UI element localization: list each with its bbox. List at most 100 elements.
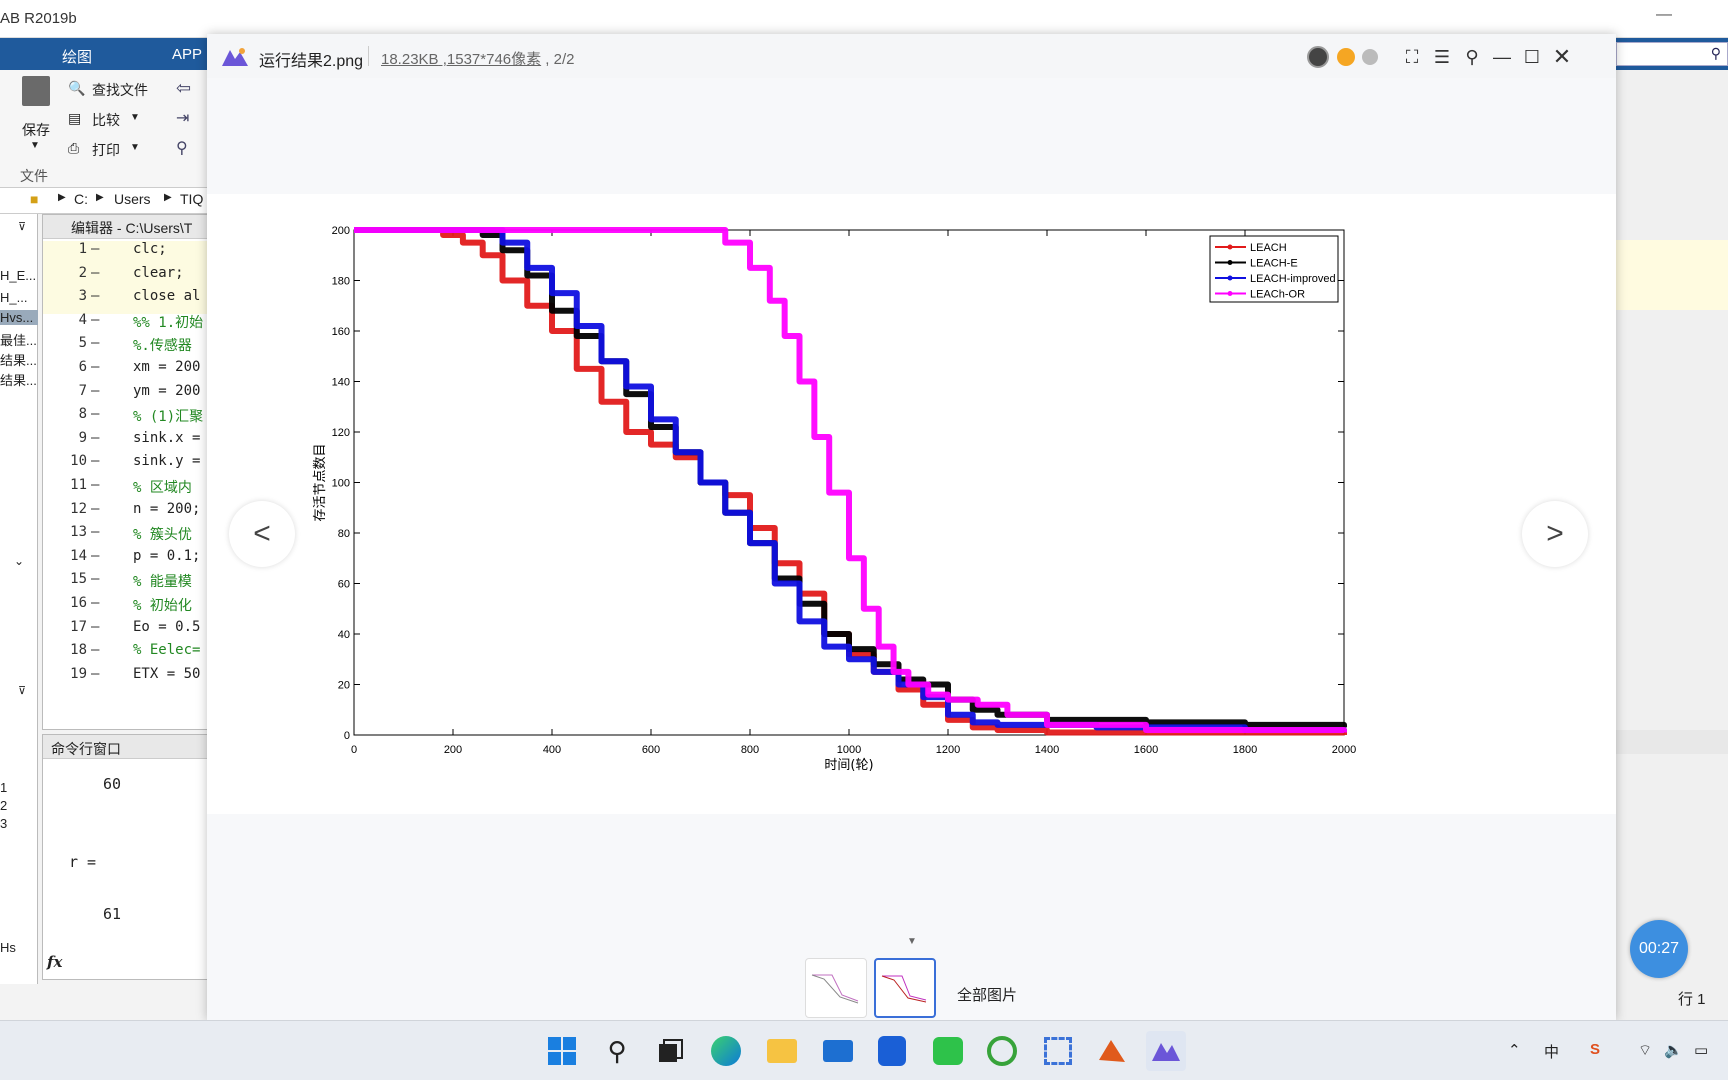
browser-icon[interactable] (872, 1031, 912, 1071)
tab-apps[interactable]: APP (172, 46, 202, 63)
code-line[interactable]: 14— p = 0.1; (43, 548, 211, 574)
breakpoint-marker[interactable]: — (91, 288, 99, 304)
coin-badge-icon[interactable] (1357, 44, 1383, 70)
image-dimensions[interactable]: 1537*746像素 (447, 51, 541, 68)
breakpoint-marker[interactable]: — (91, 571, 99, 587)
panel-menu-icon[interactable]: ⊽ (18, 684, 26, 697)
thumbnail-image-1[interactable] (805, 958, 867, 1018)
file-item[interactable]: H_E... (0, 268, 36, 283)
path-segment[interactable]: C: (74, 191, 88, 207)
menu-icon[interactable]: ☰ (1429, 44, 1455, 70)
task-view-icon[interactable] (650, 1031, 690, 1071)
snipping-tool-icon[interactable] (1038, 1031, 1078, 1071)
code-line[interactable]: 3— close al (43, 288, 211, 315)
breakpoint-marker[interactable]: — (91, 501, 99, 517)
path-segment[interactable]: Users (114, 191, 151, 207)
file-size[interactable]: 18.23KB (381, 51, 439, 68)
start-icon[interactable] (542, 1031, 582, 1071)
sogou-icon[interactable]: S (1590, 1041, 1600, 1058)
compare-button[interactable]: 比较 (92, 110, 120, 130)
back-arrow-icon[interactable]: ⇦ (176, 78, 191, 99)
find-icon[interactable]: ⚲ (176, 138, 188, 158)
chevron-down-icon[interactable]: ▼ (30, 140, 40, 151)
fx-icon[interactable]: fx (47, 953, 62, 971)
code-line[interactable]: 18— % Eelec= (43, 642, 211, 668)
file-item[interactable]: 结果... (0, 370, 37, 389)
code-line[interactable]: 19— ETX = 50 (43, 666, 211, 692)
breakpoint-marker[interactable]: — (91, 241, 99, 257)
breakpoint-marker[interactable]: — (91, 666, 99, 682)
chevron-down-icon[interactable]: ⌄ (14, 554, 24, 568)
breakpoint-marker[interactable]: — (91, 642, 99, 658)
input-method-icon[interactable]: 中 (1544, 1041, 1559, 1062)
panel-menu-icon[interactable]: ⊽ (18, 220, 26, 233)
image-canvas[interactable]: 0 200 400 600 800 1000 1200 1400 1600 1800 2000 0 20… (207, 194, 1616, 814)
breakpoint-marker[interactable]: — (91, 619, 99, 635)
file-explorer-icon[interactable] (762, 1031, 802, 1071)
breakpoint-marker[interactable]: — (91, 524, 99, 540)
breakpoint-marker[interactable]: — (91, 406, 99, 422)
search-icon[interactable]: ⚲ (597, 1031, 637, 1071)
close-icon[interactable]: ✕ (1549, 44, 1575, 70)
path-segment[interactable]: TIQ (180, 191, 203, 207)
previous-image-button[interactable]: < (229, 501, 295, 567)
code-line[interactable]: 13— % 簇头优 (43, 524, 211, 550)
chevron-down-icon[interactable]: ▼ (130, 142, 140, 153)
next-image-button[interactable]: > (1522, 501, 1588, 567)
find-files-button[interactable]: 查找文件 (92, 80, 148, 100)
code-line[interactable]: 8— % (1)汇聚 (43, 406, 211, 432)
breakpoint-marker[interactable]: — (91, 548, 99, 564)
breakpoint-marker[interactable]: — (91, 265, 99, 281)
goto-icon[interactable]: ⇥ (176, 108, 189, 128)
tab-plots[interactable]: 绘图 (62, 46, 92, 67)
avatar[interactable] (1305, 44, 1331, 70)
volume-muted-icon[interactable]: 🔈 (1664, 1041, 1683, 1059)
breakpoint-marker[interactable]: — (91, 477, 99, 493)
file-item[interactable]: 最佳... (0, 330, 37, 349)
thumbnail-toggle-icon[interactable]: ▼ (907, 936, 917, 947)
save-icon[interactable] (22, 76, 50, 106)
maximize-icon[interactable]: ☐ (1519, 44, 1545, 70)
code-line[interactable]: 9— sink.x = (43, 430, 211, 456)
minimize-icon[interactable]: — (1656, 6, 1672, 24)
code-line[interactable]: 1— clc; (43, 241, 211, 267)
code-line[interactable]: 7— ym = 200 (43, 383, 211, 409)
breakpoint-marker[interactable]: — (91, 335, 99, 351)
matlab-search-input[interactable]: ⚲ (1616, 42, 1728, 66)
code-line[interactable]: 15— % 能量模 (43, 571, 211, 597)
breakpoint-marker[interactable]: — (91, 453, 99, 469)
code-line[interactable]: 5— %.传感器 (43, 335, 211, 361)
chevron-up-icon[interactable]: ⌃ (1508, 1041, 1521, 1059)
breakpoint-marker[interactable]: — (91, 430, 99, 446)
breakpoint-marker[interactable]: — (91, 359, 99, 375)
command-window[interactable]: 命令行窗口 60 r = 61 fx (42, 734, 210, 980)
code-line[interactable]: 12— n = 200; (43, 501, 211, 527)
all-images-button[interactable]: 全部图片 (957, 984, 1017, 1005)
chevron-down-icon[interactable]: ▼ (130, 112, 140, 123)
timer-badge[interactable]: 00:27 (1630, 920, 1688, 978)
matlab-icon[interactable] (1092, 1031, 1132, 1071)
vip-badge-icon[interactable] (1333, 44, 1359, 70)
save-button[interactable]: 保存 (22, 120, 50, 140)
battery-icon[interactable]: ▭ (1694, 1041, 1708, 1059)
thumbnail-image-2[interactable] (874, 958, 936, 1018)
file-item-selected[interactable]: Hvs... (0, 310, 38, 325)
file-item[interactable]: 结果... (0, 350, 37, 369)
code-line[interactable]: 4— %% 1.初始 (43, 312, 211, 338)
breakpoint-marker[interactable]: — (91, 595, 99, 611)
image-viewer-taskbar-icon[interactable] (1146, 1031, 1186, 1071)
code-line[interactable]: 17— Eo = 0.5 (43, 619, 211, 645)
fullscreen-icon[interactable]: ⛶ (1399, 44, 1425, 70)
mail-icon[interactable] (818, 1031, 858, 1071)
file-item[interactable]: H_... (0, 290, 27, 305)
breakpoint-marker[interactable]: — (91, 383, 99, 399)
code-line[interactable]: 16— % 初始化 (43, 595, 211, 621)
code-line[interactable]: 6— xm = 200 (43, 359, 211, 385)
wechat-icon[interactable] (928, 1031, 968, 1071)
code-line[interactable]: 11— % 区域内 (43, 477, 211, 503)
edge-browser-icon[interactable] (706, 1031, 746, 1071)
minimize-icon[interactable]: — (1489, 44, 1515, 70)
breakpoint-marker[interactable]: — (91, 312, 99, 328)
code-line[interactable]: 2— clear; (43, 264, 211, 291)
print-button[interactable]: 打印 (92, 140, 120, 160)
